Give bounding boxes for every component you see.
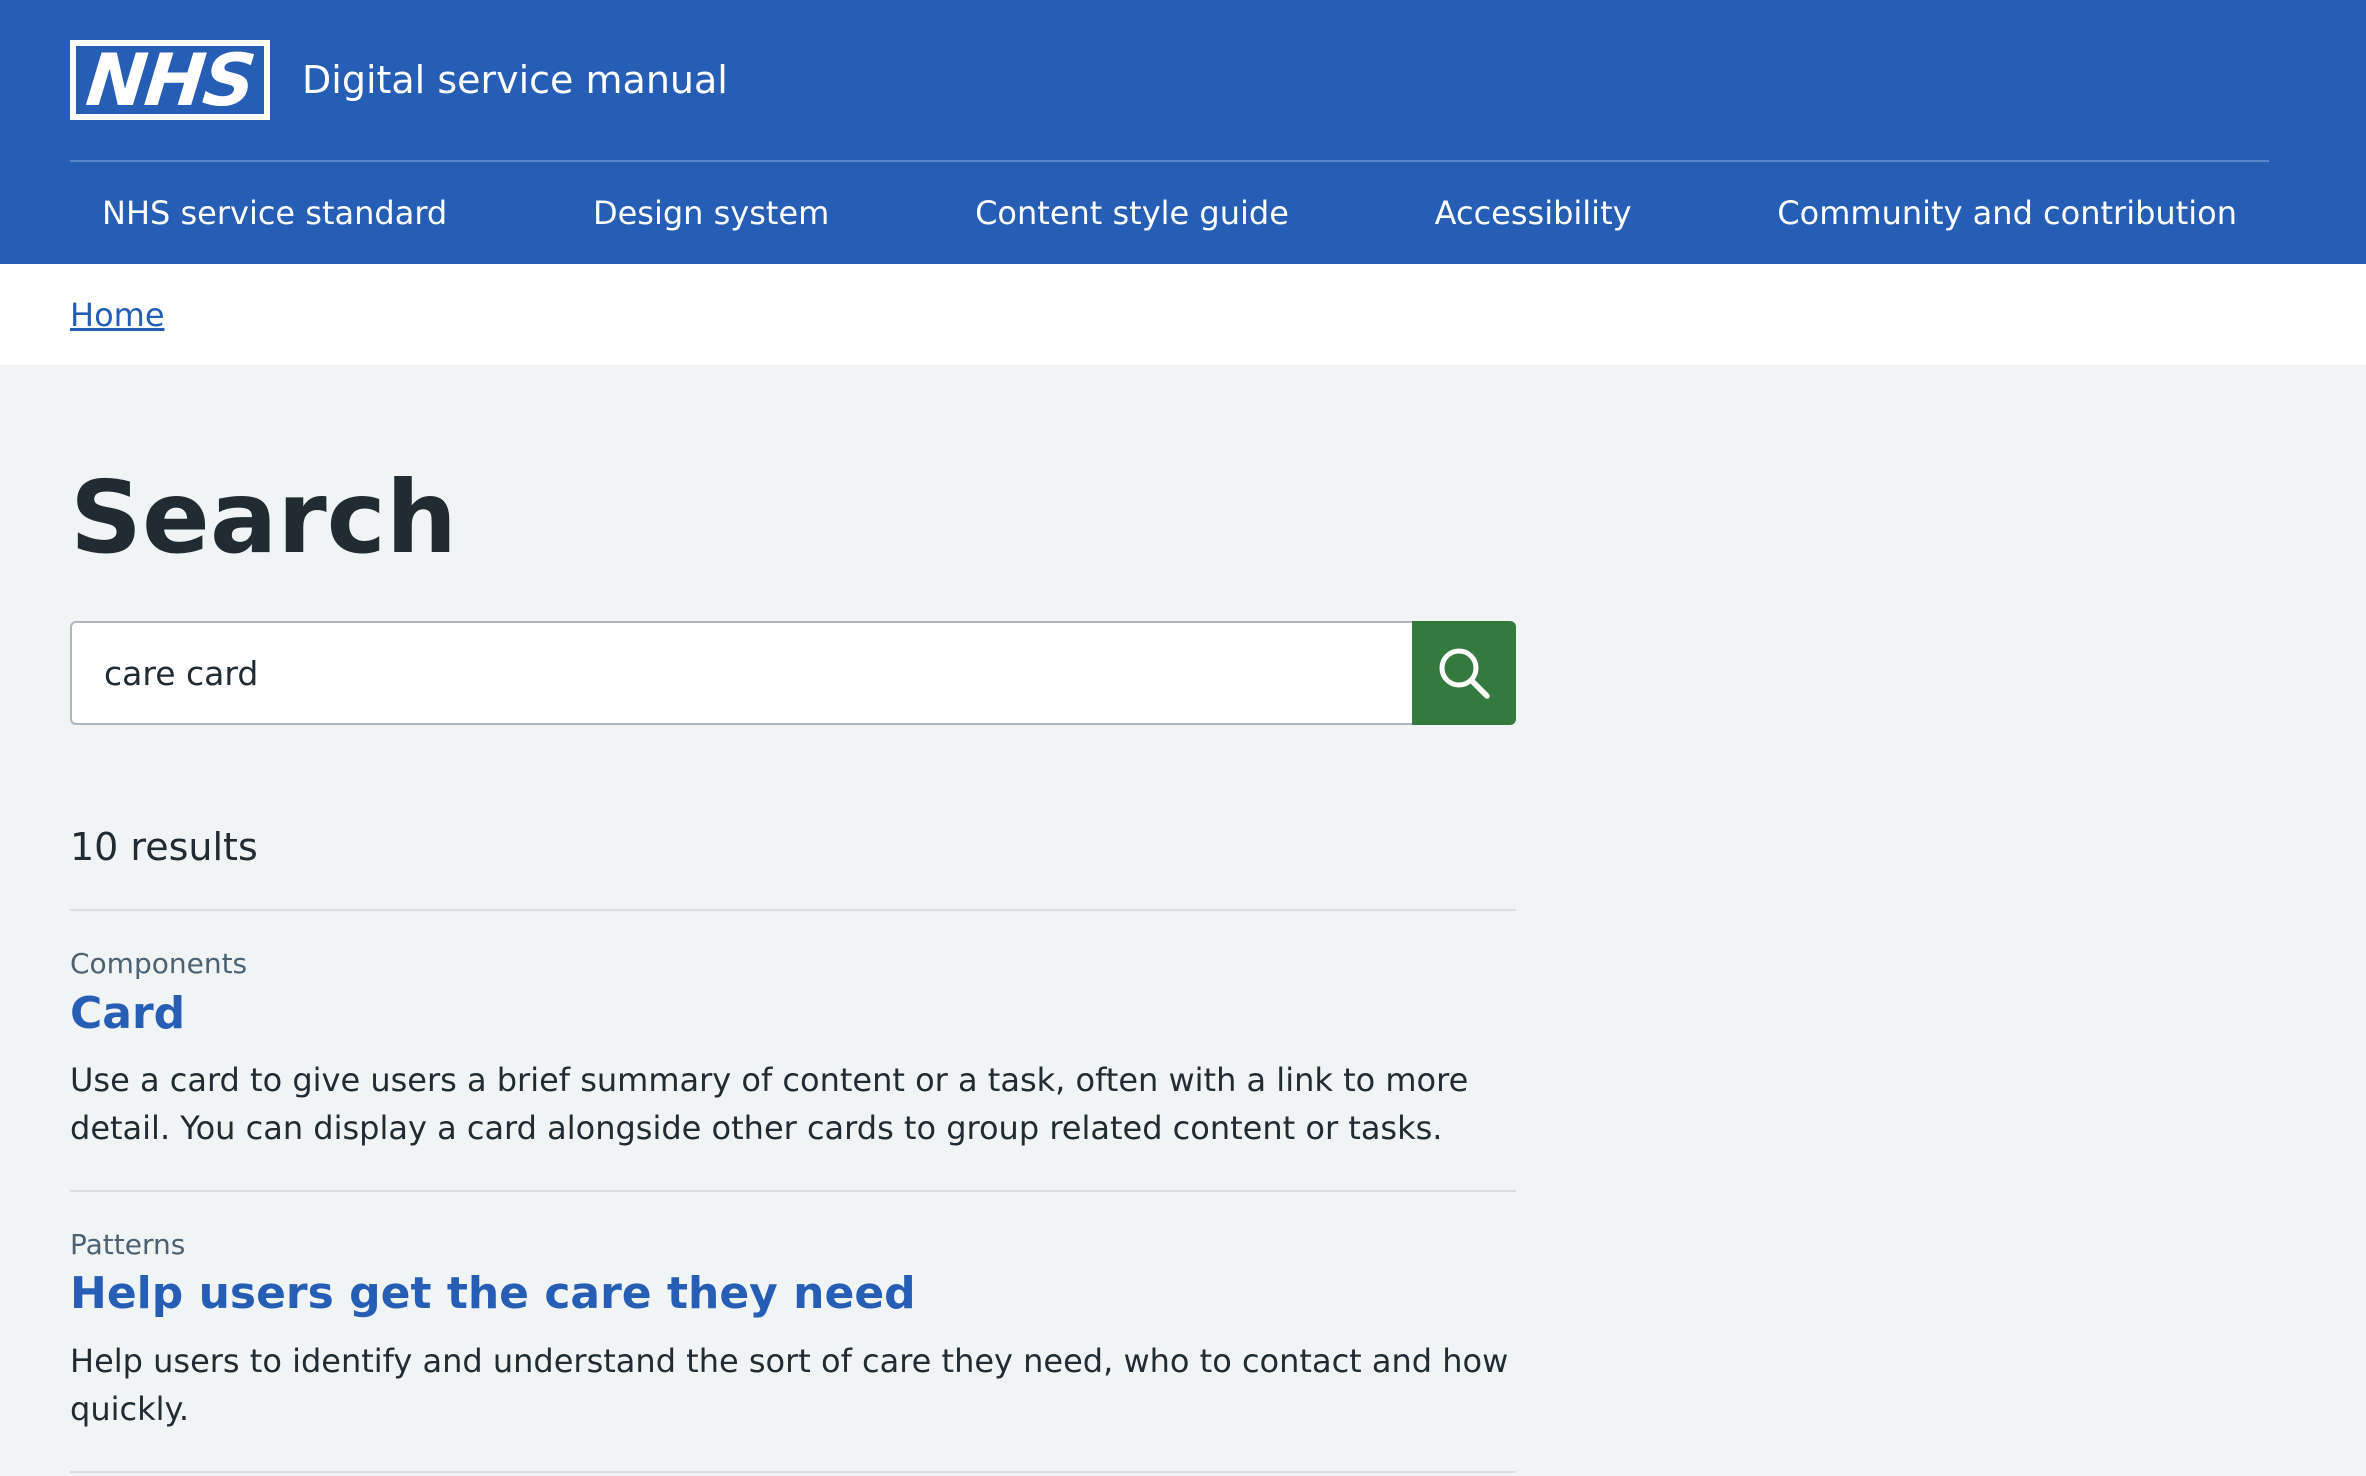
header-top: NHS Digital service manual: [0, 0, 2366, 160]
nav-item-accessibility[interactable]: Accessibility: [1403, 194, 1664, 232]
breadcrumb-home-link[interactable]: Home: [70, 296, 165, 334]
search-form: [70, 621, 1516, 725]
search-icon: [1439, 648, 1490, 699]
nav-item-design-system[interactable]: Design system: [561, 194, 861, 232]
site-header: NHS Digital service manual NHS service s…: [0, 0, 2366, 264]
service-name[interactable]: Digital service manual: [302, 58, 728, 102]
nhs-logo-box: NHS: [76, 38, 264, 122]
page-title: Search: [70, 459, 458, 576]
result-category: Patterns: [70, 1227, 186, 1261]
breadcrumb: Home: [0, 264, 2366, 365]
results-count: 10 results: [70, 825, 1516, 911]
search-result: Components Card Use a card to give users…: [70, 911, 1516, 1192]
nhs-logo-text: NHS: [82, 38, 258, 122]
result-description: Help users to identify and understand th…: [70, 1341, 1509, 1428]
primary-navigation: NHS service standard Design system Conte…: [70, 162, 2269, 264]
nav-item-content-style-guide[interactable]: Content style guide: [943, 194, 1321, 232]
result-description: Use a card to give users a brief summary…: [70, 1060, 1469, 1147]
nhs-logo[interactable]: NHS: [70, 38, 270, 122]
nav-item-community-and-contribution[interactable]: Community and contribution: [1745, 194, 2269, 232]
search-button[interactable]: [1412, 621, 1516, 725]
result-title-link[interactable]: Help users get the care they need: [70, 1265, 916, 1322]
main-content: Search 10 results Components Card Use a …: [0, 365, 1516, 1473]
nav-item-nhs-service-standard[interactable]: NHS service standard: [70, 194, 479, 232]
result-title-link[interactable]: Card: [70, 985, 185, 1042]
result-category: Components: [70, 947, 248, 980]
search-result: Patterns Help users get the care they ne…: [70, 1192, 1516, 1473]
search-input[interactable]: [70, 621, 1412, 725]
